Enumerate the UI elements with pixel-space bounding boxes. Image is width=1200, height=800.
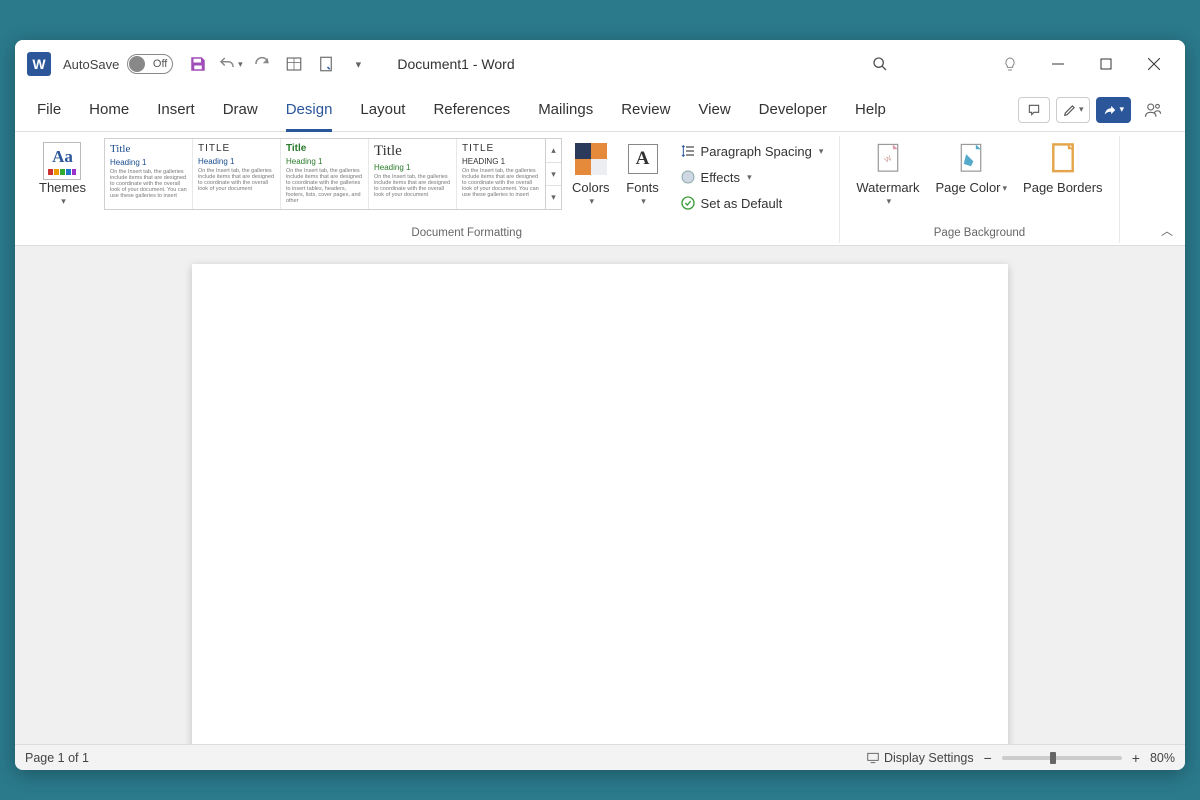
tab-developer[interactable]: Developer [745,88,841,132]
themes-button[interactable]: Aa Themes ▾ [33,138,92,208]
group-page-bg-label: Page Background [850,227,1108,239]
group-doc-formatting-label: Document Formatting [104,227,829,239]
page-color-icon [954,142,988,176]
collapse-ribbon-button[interactable]: ︿ [1161,222,1173,239]
fonts-button[interactable]: A Fonts▾ [620,138,666,208]
tab-insert[interactable]: Insert [143,88,209,132]
spacing-icon [680,143,696,159]
tab-layout[interactable]: Layout [346,88,419,132]
titlebar: W AutoSave Off ▾ ▾ Document1 - Word [15,40,1185,88]
document-area[interactable] [15,246,1185,744]
fonts-icon: A [628,144,658,174]
tab-draw[interactable]: Draw [209,88,272,132]
colors-button[interactable]: Colors▾ [566,138,616,208]
zoom-slider[interactable] [1002,756,1122,760]
zoom-level[interactable]: 80% [1150,751,1175,765]
undo-button[interactable]: ▾ [215,49,245,79]
redo-button[interactable] [247,49,277,79]
quick-access-toolbar: ▾ ▾ [183,49,373,79]
comments-button[interactable] [1018,97,1050,123]
display-icon [866,751,880,765]
page-count[interactable]: Page 1 of 1 [25,751,89,765]
autosave-toggle[interactable]: Off [127,54,173,74]
colors-icon [575,143,607,175]
gallery-scroll-up[interactable]: ▴ [546,139,561,163]
tab-file[interactable]: File [23,88,75,132]
share-button[interactable]: ▾ [1096,97,1131,123]
page-color-button[interactable]: Page Color▾ [929,138,1013,198]
doc-qat-icon[interactable] [311,49,341,79]
ribbon: Aa Themes ▾ TitleHeading 1On the Insert … [15,132,1185,246]
page-borders-icon [1046,142,1080,176]
zoom-out-button[interactable]: − [984,750,992,766]
tab-references[interactable]: References [419,88,524,132]
tab-design[interactable]: Design [272,88,347,132]
document-title: Document1 - Word [397,56,514,72]
search-button[interactable] [857,48,903,80]
close-button[interactable] [1131,48,1177,80]
style-gallery: TitleHeading 1On the Insert tab, the gal… [104,138,562,210]
table-qat-icon[interactable] [279,49,309,79]
gallery-more[interactable]: ▾ [546,186,561,209]
qat-customize[interactable]: ▾ [343,49,373,79]
tab-view[interactable]: View [684,88,744,132]
app-window: W AutoSave Off ▾ ▾ Document1 - Word File… [15,40,1185,770]
style-preset[interactable]: TitleHeading 1On the Insert tab, the gal… [281,139,369,209]
style-preset[interactable]: TitleHeading 1On the Insert tab, the gal… [105,139,193,209]
tab-mailings[interactable]: Mailings [524,88,607,132]
page-canvas[interactable] [192,264,1008,744]
gallery-scroll-down[interactable]: ▾ [546,163,561,187]
tab-help[interactable]: Help [841,88,900,132]
watermark-button[interactable]: W Watermark▾ [850,138,925,208]
statusbar: Page 1 of 1 Display Settings − + 80% [15,744,1185,770]
word-app-icon: W [27,52,51,76]
style-preset[interactable]: TitleHeading 1On the Insert tab, the gal… [369,139,457,209]
maximize-button[interactable] [1083,48,1129,80]
zoom-in-button[interactable]: + [1132,750,1140,766]
save-button[interactable] [183,49,213,79]
editing-mode-button[interactable]: ▾ [1056,97,1091,123]
watermark-icon: W [871,142,905,176]
lightbulb-icon[interactable] [987,48,1033,80]
style-preset[interactable]: TITLEHeading 1On the Insert tab, the gal… [193,139,281,209]
check-icon [680,195,696,211]
effects-icon [680,169,696,185]
style-preset[interactable]: TITLEHEADING 1On the Insert tab, the gal… [457,139,545,209]
ribbon-tabs: File Home Insert Draw Design Layout Refe… [15,88,1185,132]
autosave-label: AutoSave [63,57,119,72]
page-borders-button[interactable]: Page Borders [1017,138,1109,198]
set-default-button[interactable]: Set as Default [674,190,830,216]
minimize-button[interactable] [1035,48,1081,80]
themes-icon: Aa [43,142,81,180]
tab-review[interactable]: Review [607,88,684,132]
display-settings-button[interactable]: Display Settings [866,751,974,765]
account-icon[interactable] [1137,97,1169,123]
paragraph-spacing-button[interactable]: Paragraph Spacing▾ [674,138,830,164]
effects-button[interactable]: Effects▾ [674,164,830,190]
tab-home[interactable]: Home [75,88,143,132]
